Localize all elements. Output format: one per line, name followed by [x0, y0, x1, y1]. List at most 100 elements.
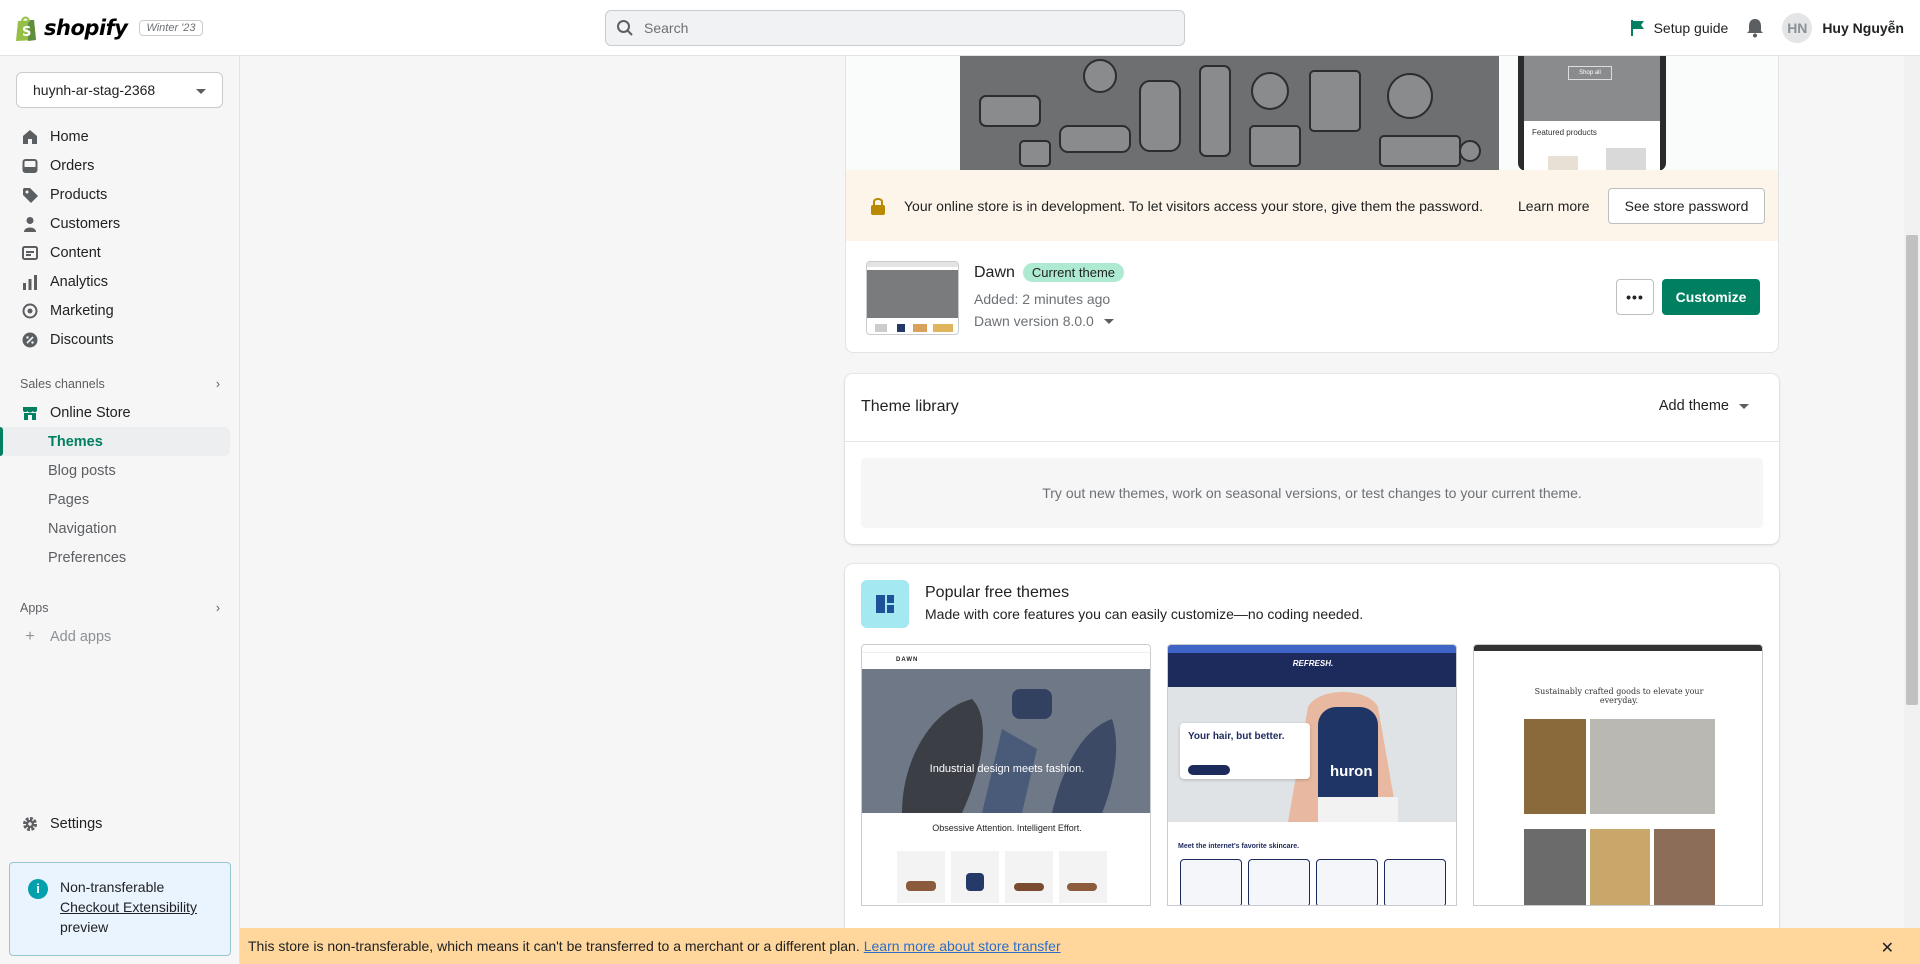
current-theme-card: Dawn Current theme Added: 2 minutes ago …: [845, 241, 1779, 353]
desktop-theme-preview: [960, 56, 1499, 171]
theme-added-time: Added: 2 minutes ago: [974, 291, 1111, 307]
theme-library-empty-state: Try out new themes, work on seasonal ver…: [861, 458, 1763, 528]
refresh-brand: REFRESH.: [1292, 659, 1334, 668]
person-icon: [24, 216, 36, 232]
current-theme-thumbnail[interactable]: [866, 261, 959, 335]
current-theme-badge: Current theme: [1022, 263, 1124, 282]
lock-icon: [871, 198, 885, 215]
sidebar-item-marketing[interactable]: Marketing: [0, 296, 240, 325]
chevron-right-icon: ›: [215, 377, 220, 391]
top-right-actions: Setup guide HN Huy Nguyễn: [1630, 0, 1904, 56]
dawn-hero-image: [902, 689, 1117, 813]
sidebar-item-content[interactable]: Content: [0, 238, 240, 267]
sidebar-item-home[interactable]: Home: [0, 122, 240, 151]
user-name: Huy Nguyễn: [1822, 20, 1904, 36]
sidebar-subitem-themes[interactable]: Themes: [0, 427, 230, 456]
customize-button[interactable]: Customize: [1662, 279, 1760, 315]
theme-version-dropdown[interactable]: Dawn version 8.0.0: [974, 313, 1114, 329]
avatar: HN: [1782, 13, 1813, 43]
search-placeholder: Search: [644, 20, 689, 36]
mobile-featured-label: Featured products: [1532, 128, 1597, 137]
setup-guide-button[interactable]: Setup guide: [1630, 19, 1729, 37]
edition-badge: Winter '23: [139, 20, 203, 36]
caret-down-icon: [1103, 318, 1114, 324]
dawn-tagline: Obsessive Attention. Intelligent Effort.: [932, 823, 1082, 833]
sidebar-subitem-pages[interactable]: Pages: [0, 485, 240, 514]
sales-channels-label: Sales channels: [20, 377, 105, 391]
sidebar-item-online-store[interactable]: Online Store: [0, 398, 240, 427]
setup-guide-label: Setup guide: [1653, 20, 1729, 36]
learn-more-link[interactable]: Learn more: [1518, 198, 1590, 214]
search-input[interactable]: Search: [605, 10, 1185, 46]
sidebar-item-label: Add apps: [50, 628, 112, 645]
shopify-bag-icon: S: [16, 16, 36, 41]
sidebar-subitem-navigation[interactable]: Navigation: [0, 514, 240, 543]
orders-icon: [22, 158, 38, 173]
sales-channels-header[interactable]: Sales channels ›: [20, 377, 220, 391]
search-icon: [617, 20, 633, 36]
desktop-preview-illustration: [960, 56, 1499, 171]
apps-label: Apps: [20, 601, 49, 615]
sidebar-subitem-preferences[interactable]: Preferences: [0, 543, 240, 572]
sidebar-item-discounts[interactable]: Discounts: [0, 325, 240, 354]
caret-down-icon: [1739, 403, 1749, 409]
theme-name: Dawn: [974, 263, 1015, 281]
user-menu[interactable]: HN Huy Nguyễn: [1782, 13, 1904, 43]
theme-library-title: Theme library: [861, 398, 959, 415]
sidebar-item-analytics[interactable]: Analytics: [0, 267, 240, 296]
sidebar-item-settings[interactable]: Settings: [0, 809, 240, 838]
gear-icon: [23, 816, 37, 831]
sidebar-item-orders[interactable]: Orders: [0, 151, 240, 180]
sidebar-item-products[interactable]: Products: [0, 180, 240, 209]
sidebar-item-label: Marketing: [50, 302, 114, 319]
more-actions-button[interactable]: •••: [1616, 279, 1654, 315]
theme-card-refresh[interactable]: REFRESH. huron Your hair, but better. Me…: [1167, 644, 1457, 906]
shopify-logo[interactable]: S shopify Winter '23: [14, 14, 203, 42]
tag-icon: [23, 187, 38, 203]
home-icon: [23, 129, 37, 144]
plus-icon: +: [25, 627, 35, 645]
flag-icon: [1630, 20, 1644, 36]
theme-card-dawn[interactable]: DAWN Industrial design meets fashion. Ob…: [861, 644, 1151, 906]
development-banner: Your online store is in development. To …: [845, 170, 1779, 242]
popular-themes-title: Popular free themes: [925, 584, 1070, 601]
checkout-extensibility-notice[interactable]: i Non-transferable Checkout Extensibilit…: [9, 862, 231, 956]
divider: [845, 441, 1779, 442]
refresh-product-name: huron: [1330, 763, 1373, 780]
refresh-hero-headline: Your hair, but better.: [1188, 731, 1285, 742]
store-icon: [23, 406, 37, 420]
bar-chart-icon: [23, 274, 37, 290]
scrollbar-thumb[interactable]: [1906, 235, 1918, 705]
sidebar-item-label: Analytics: [50, 273, 109, 290]
info-icon: i: [28, 879, 48, 899]
craft-hero-headline: Sustainably crafted goods to elevate you…: [1534, 687, 1704, 705]
sidebar-item-label: Online Store: [50, 404, 131, 421]
close-icon[interactable]: ✕: [1881, 938, 1894, 958]
sidebar-subitem-blog-posts[interactable]: Blog posts: [0, 456, 240, 485]
store-selector[interactable]: huynh-ar-stag-2368: [16, 72, 223, 108]
sidebar-item-label: Orders: [50, 157, 95, 174]
non-transferable-message: This store is non-transferable, which me…: [248, 938, 860, 954]
sidebar-item-customers[interactable]: Customers: [0, 209, 240, 238]
see-store-password-button[interactable]: See store password: [1608, 188, 1765, 224]
sidebar-item-label: Home: [50, 128, 89, 145]
theme-library-card: Theme library Add theme Try out new them…: [845, 374, 1779, 544]
svg-text:S: S: [22, 25, 31, 40]
notice-line3: preview: [60, 919, 109, 935]
sidebar-item-label: Discounts: [50, 331, 114, 348]
store-transfer-link[interactable]: Learn more about store transfer: [864, 938, 1061, 954]
add-apps-button[interactable]: + Add apps: [0, 622, 240, 651]
notice-link[interactable]: Checkout Extensibility: [60, 899, 197, 915]
non-transferable-banner: This store is non-transferable, which me…: [240, 928, 1920, 964]
theme-card-craft[interactable]: Sustainably crafted goods to elevate you…: [1473, 644, 1763, 906]
bell-icon[interactable]: [1746, 18, 1764, 38]
apps-header[interactable]: Apps ›: [20, 601, 220, 615]
sidebar: huynh-ar-stag-2368 Home Orders Products …: [0, 56, 240, 964]
sidebar-item-label: Products: [50, 186, 108, 203]
caret-down-icon: [196, 89, 206, 94]
sidebar-item-label: Content: [50, 244, 101, 261]
add-theme-button[interactable]: Add theme: [1659, 398, 1749, 414]
refresh-tagline: Meet the internet's favorite skincare.: [1178, 843, 1300, 850]
shopify-wordmark: shopify: [44, 16, 128, 40]
themes-icon: [861, 580, 909, 628]
